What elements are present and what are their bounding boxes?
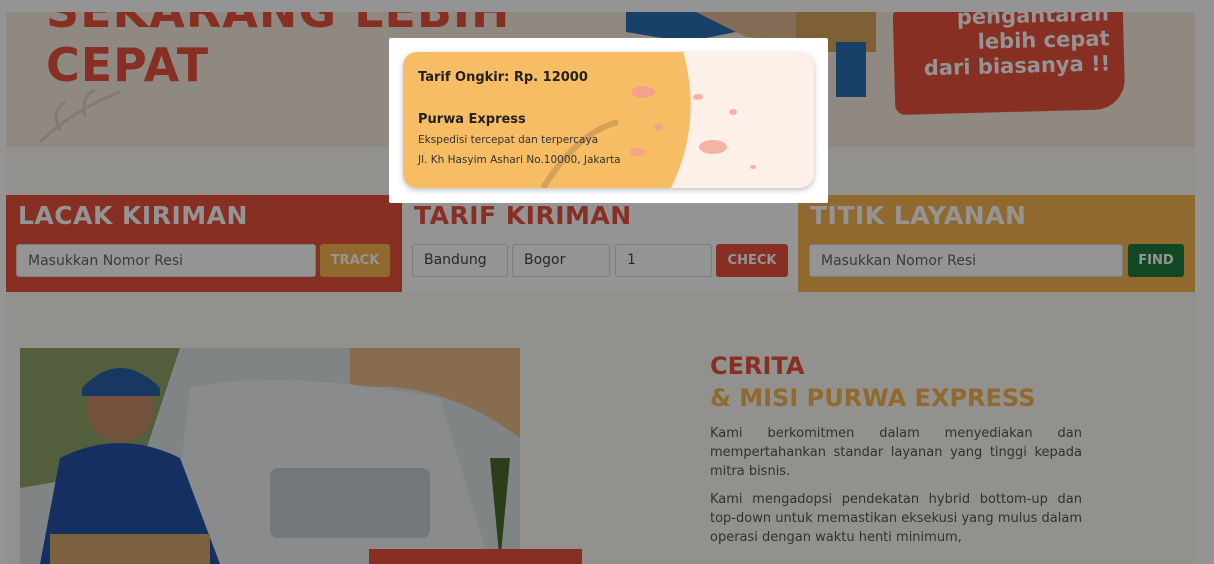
company-name: Purwa Express (418, 112, 526, 127)
tarif-result-modal: Tarif Ongkir: Rp. 12000 Purwa Express Ek… (389, 38, 828, 203)
company-tagline: Ekspedisi tercepat dan terpercaya (418, 134, 599, 146)
tarif-ongkir-text: Tarif Ongkir: Rp. 12000 (418, 70, 588, 85)
page: SEKARANG LEBIH CEPAT pengantaran lebih c… (0, 0, 1214, 564)
tarif-result-card: Tarif Ongkir: Rp. 12000 Purwa Express Ek… (403, 52, 814, 188)
company-address: Jl. Kh Hasyim Ashari No.10000, Jakarta (418, 154, 621, 166)
